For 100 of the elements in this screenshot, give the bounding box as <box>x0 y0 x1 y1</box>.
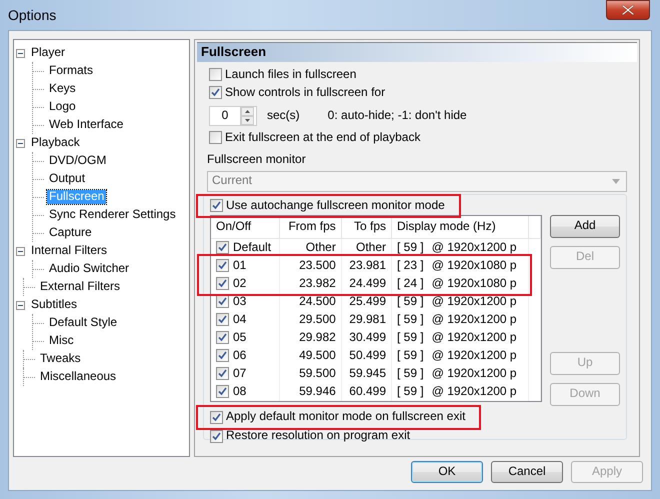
checkbox[interactable] <box>216 259 229 272</box>
checkbox[interactable] <box>216 367 229 380</box>
table-cell: Other <box>341 238 392 257</box>
table-cell: 23.982 <box>280 274 342 293</box>
table-cell: 29.982 <box>280 328 342 347</box>
table-cell: [ 24 ] <box>397 276 424 290</box>
tree-item[interactable]: External Filters <box>38 280 122 294</box>
caret-icon <box>612 178 620 184</box>
tree-item[interactable]: Logo <box>47 100 78 114</box>
checkbox[interactable] <box>209 68 222 82</box>
checkbox[interactable] <box>216 241 229 254</box>
tree-item[interactable]: Web Interface <box>47 118 126 132</box>
table-cell: [ 59 ] <box>397 348 424 362</box>
spin-field[interactable]: 0 <box>209 106 257 126</box>
column-header[interactable]: On/Off <box>211 216 280 239</box>
tree-item[interactable]: Sync Renderer Settings <box>47 208 178 222</box>
checkbox[interactable] <box>216 385 229 398</box>
tree-item[interactable]: Miscellaneous <box>38 370 118 384</box>
table-row[interactable]: 08 59.946 60.499 [ 59 ] @ 1920x1200 p <box>211 382 540 401</box>
close-icon <box>622 5 634 15</box>
table-row[interactable]: 03 24.500 25.499 [ 59 ] @ 1920x1200 p <box>211 292 540 311</box>
table-cell: 29.500 <box>280 310 342 329</box>
table-cell: [ 59 ] <box>397 240 424 254</box>
table-cell: 01 <box>233 258 246 273</box>
checkbox[interactable] <box>216 277 229 290</box>
column-header[interactable]: To fps <box>341 216 392 239</box>
table-cell: 49.500 <box>280 346 342 365</box>
tree-item[interactable]: DVD/OGM <box>47 154 108 168</box>
collapse-icon[interactable] <box>16 246 25 256</box>
checkbox-label[interactable]: Exit fullscreen at the end of playback <box>225 131 420 145</box>
tree-item[interactable]: Playback <box>29 136 82 150</box>
table-cell: @ 1920x1200 p <box>432 384 517 398</box>
tree-item[interactable]: Capture <box>47 226 94 240</box>
table-cell: 50.499 <box>341 346 392 365</box>
hint-text: 0: auto-hide; -1: don't hide <box>328 109 467 123</box>
collapse-icon[interactable] <box>16 48 25 58</box>
table-cell: 59.500 <box>280 364 342 383</box>
table-cell: 30.499 <box>341 328 392 347</box>
table-cell: [ 59 ] <box>397 384 424 398</box>
table-row[interactable]: Default Other Other [ 59 ] @ 1920x1200 p <box>211 238 540 257</box>
table-cell: 08 <box>233 384 246 399</box>
checkbox[interactable] <box>216 331 229 344</box>
table-cell: [ 59 ] <box>397 294 424 308</box>
tree-item[interactable]: Formats <box>47 64 96 78</box>
checkbox[interactable] <box>209 131 222 144</box>
table-cell: 59.946 <box>280 382 342 401</box>
dialog-button[interactable]: OK <box>411 461 483 483</box>
column-header[interactable]: Display mode (Hz) <box>392 216 529 239</box>
tree-item[interactable]: Player <box>29 46 68 60</box>
table-cell: @ 1920x1200 p <box>432 240 517 254</box>
table-cell: Default <box>233 241 272 255</box>
tree-item[interactable]: Tweaks <box>38 352 83 366</box>
tree-item[interactable]: Keys <box>47 82 78 96</box>
table-cell: 59.945 <box>341 364 392 383</box>
unit-label: sec(s) <box>267 109 300 123</box>
tree-item[interactable]: Output <box>47 172 88 186</box>
checkbox[interactable] <box>209 86 222 100</box>
table-cell: 23.981 <box>341 256 392 275</box>
table-cell: @ 1920x1200 p <box>432 366 517 380</box>
table-cell: @ 1920x1200 p <box>432 348 517 362</box>
checkbox[interactable] <box>210 410 223 424</box>
collapse-icon[interactable] <box>16 300 25 310</box>
table-cell: 04 <box>233 312 246 327</box>
checkbox[interactable] <box>216 295 229 308</box>
checkbox-label[interactable]: Use autochange fullscreen monitor mode <box>226 198 445 213</box>
table-cell: @ 1920x1200 p <box>432 312 517 326</box>
table-row[interactable]: 05 29.982 30.499 [ 59 ] @ 1920x1200 p <box>211 328 540 347</box>
table-row[interactable]: 07 59.500 59.945 [ 59 ] @ 1920x1200 p <box>211 364 540 383</box>
table-cell: 25.499 <box>341 292 392 311</box>
checkbox-label[interactable]: Show controls in fullscreen for <box>225 86 386 100</box>
tree-item[interactable]: Subtitles <box>29 298 80 312</box>
checkbox[interactable] <box>210 430 223 443</box>
tree-item[interactable]: Internal Filters <box>29 244 110 258</box>
dialog-button[interactable]: Cancel <box>491 461 563 483</box>
tree-item[interactable]: Audio Switcher <box>47 262 132 276</box>
column-header[interactable]: From fps <box>280 216 342 239</box>
table-cell: 07 <box>233 366 246 381</box>
checkbox[interactable] <box>216 313 229 326</box>
tree-item[interactable]: Default Style <box>47 316 120 330</box>
table-cell: 05 <box>233 330 246 345</box>
table-cell: 06 <box>233 348 246 363</box>
tree-item[interactable]: Misc <box>47 334 76 348</box>
checkbox-label[interactable]: Restore resolution on program exit <box>226 429 410 444</box>
table-row[interactable]: 06 49.500 50.499 [ 59 ] @ 1920x1200 p <box>211 346 540 365</box>
table-cell: 60.499 <box>341 382 392 401</box>
table-cell: [ 23 ] <box>397 258 424 272</box>
checkbox[interactable] <box>216 349 229 362</box>
checkbox[interactable] <box>210 199 223 212</box>
table-cell: @ 1920x1080 p <box>432 276 517 290</box>
table-cell: @ 1920x1080 p <box>432 258 517 272</box>
checkbox-label[interactable]: Launch files in fullscreen <box>225 68 356 82</box>
spin-arrows-icon[interactable] <box>240 106 254 125</box>
table-cell: 29.981 <box>341 310 392 329</box>
collapse-icon[interactable] <box>16 138 25 148</box>
list-button[interactable]: Add <box>550 214 620 238</box>
checkbox-label[interactable]: Apply default monitor mode on fullscreen exit <box>226 410 466 424</box>
table-row[interactable]: 04 29.500 29.981 [ 59 ] @ 1920x1200 p <box>211 310 540 329</box>
close-button[interactable] <box>606 0 650 20</box>
table-cell: Other <box>280 238 342 257</box>
table-cell: [ 59 ] <box>397 330 424 344</box>
